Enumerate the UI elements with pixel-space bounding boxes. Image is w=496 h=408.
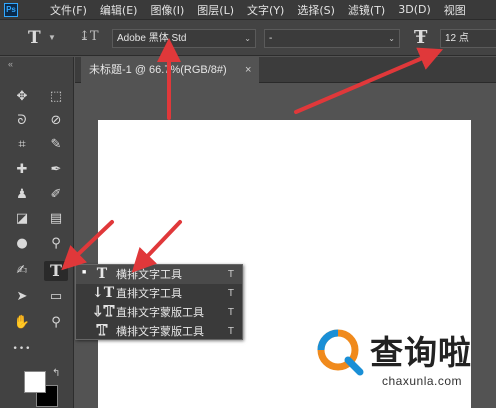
vertical-type-icon: ↓T — [92, 285, 115, 301]
rectangle-icon[interactable]: ▭ — [44, 287, 68, 307]
healing-brush-icon[interactable]: ✚ — [10, 160, 34, 180]
swap-colors-icon[interactable]: ↰ — [52, 368, 60, 379]
hand-icon[interactable]: ✋ — [10, 313, 34, 333]
font-size-icon: Ŧ — [414, 27, 428, 48]
horizontal-type-icon: T — [96, 266, 108, 282]
eraser-icon[interactable]: ◪ — [10, 209, 34, 229]
font-size-select[interactable]: 12 点 — [440, 29, 496, 48]
flyout-item-label: 直排文字工具 — [116, 287, 182, 300]
flyout-item-horizontal-type[interactable]: ■ T 横排文字工具 T — [76, 265, 242, 284]
foreground-color-swatch[interactable] — [24, 371, 46, 393]
tools-panel: « ✥ ⬚ ᘐ ⊘ ⌗ ✎ ✚ ✒ ♟ ✐ ◪ ▤ ● ⚲ ✍ T ➤ ▭ ✋ ⚲ ••• ↰ — [0, 57, 74, 408]
brush-icon[interactable]: ✒ — [44, 160, 68, 180]
move-icon[interactable]: ✥ — [10, 87, 34, 107]
menu-image[interactable]: 图像(I) — [150, 2, 184, 18]
path-select-icon[interactable]: ➤ — [10, 287, 34, 307]
watermark-url: chaxunla.com — [382, 374, 463, 388]
chevron-down-icon[interactable]: ▼ — [48, 33, 56, 42]
vertical-type-mask-icon: ↓T — [92, 304, 115, 321]
shortcut-key: T — [227, 307, 234, 318]
horizontal-type-mask-icon: T — [96, 323, 108, 340]
stamp-icon[interactable]: ♟ — [10, 185, 34, 205]
selected-bullet-icon: ■ — [82, 269, 87, 276]
quick-select-icon[interactable]: ⊘ — [44, 111, 68, 131]
shortcut-key: T — [227, 326, 234, 337]
marquee-icon[interactable]: ⬚ — [44, 87, 68, 107]
more-icon[interactable]: ••• — [10, 339, 34, 359]
font-family-select[interactable]: Adobe 黑体 Std ⌄ — [112, 29, 256, 48]
blur-icon[interactable]: ● — [10, 234, 34, 254]
zoom-icon[interactable]: ⚲ — [44, 313, 68, 333]
flyout-item-label: 横排文字工具 — [116, 268, 182, 281]
tab-document[interactable]: 未标题-1 @ 66.7%(RGB/8#) × — [81, 57, 259, 83]
watermark-title: 查询啦 — [370, 333, 472, 372]
menu-3d[interactable]: 3D(D) — [398, 3, 431, 16]
text-orientation-icon[interactable]: ↨T — [79, 29, 99, 47]
options-bar: T ▼ ↨T Adobe 黑体 Std ⌄ - ⌄ Ŧ 12 点 — [0, 20, 496, 56]
flyout-item-horizontal-type-mask[interactable]: T 横排文字蒙版工具 T — [76, 322, 242, 341]
watermark: 查询啦 chaxunla.com — [316, 326, 492, 396]
font-style-value: - — [269, 33, 273, 44]
shortcut-key: T — [227, 288, 234, 299]
history-brush-icon[interactable]: ✐ — [44, 185, 68, 205]
chevron-down-icon: ⌄ — [388, 34, 395, 43]
chevron-down-icon: ⌄ — [244, 34, 251, 43]
eyedropper-icon[interactable]: ✎ — [44, 135, 68, 155]
pen-icon[interactable]: ✍ — [10, 261, 34, 281]
menu-type[interactable]: 文字(Y) — [247, 2, 284, 18]
type-tool-flyout: ■ T 横排文字工具 T ↓T 直排文字工具 T ↓T 直排文字蒙版工具 T T… — [75, 264, 243, 340]
document-title: 未标题-1 @ 66.7%(RGB/8#) — [89, 64, 227, 76]
document-tabs: 未标题-1 @ 66.7%(RGB/8#) × — [75, 57, 496, 83]
flyout-item-vertical-type-mask[interactable]: ↓T 直排文字蒙版工具 T — [76, 303, 242, 322]
menu-view[interactable]: 视图 — [444, 2, 466, 18]
menu-layer[interactable]: 图层(L) — [197, 2, 234, 18]
gradient-icon[interactable]: ▤ — [44, 209, 68, 229]
type-icon[interactable]: T — [44, 261, 68, 281]
close-icon[interactable]: × — [245, 57, 251, 83]
watermark-logo — [317, 329, 364, 376]
flyout-item-label: 直排文字蒙版工具 — [116, 306, 204, 319]
menu-filter[interactable]: 滤镜(T) — [348, 2, 385, 18]
collapse-icon[interactable]: « — [8, 59, 13, 69]
shortcut-key: T — [227, 269, 234, 280]
flyout-item-label: 横排文字蒙版工具 — [116, 325, 204, 338]
menu-bar: Ps 文件(F) 编辑(E) 图像(I) 图层(L) 文字(Y) 选择(S) 滤… — [0, 0, 496, 20]
dodge-icon[interactable]: ⚲ — [44, 234, 68, 254]
menu-edit[interactable]: 编辑(E) — [100, 2, 138, 18]
font-size-value: 12 点 — [445, 33, 469, 44]
menu-file[interactable]: 文件(F) — [50, 2, 87, 18]
app-logo: Ps — [4, 2, 18, 17]
menu-select[interactable]: 选择(S) — [297, 2, 335, 18]
lasso-icon[interactable]: ᘐ — [10, 111, 34, 131]
font-family-value: Adobe 黑体 Std — [117, 33, 187, 44]
type-tool-preset-icon[interactable]: T — [28, 28, 41, 48]
font-style-select[interactable]: - ⌄ — [264, 29, 400, 48]
flyout-item-vertical-type[interactable]: ↓T 直排文字工具 T — [76, 284, 242, 303]
crop-icon[interactable]: ⌗ — [10, 135, 34, 155]
